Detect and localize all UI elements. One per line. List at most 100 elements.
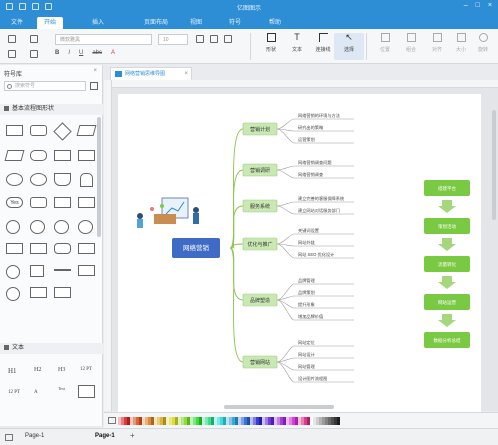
bold-button[interactable]: B: [55, 50, 59, 56]
shape-sequential-data[interactable]: [6, 287, 20, 301]
vertical-scrollbar[interactable]: [492, 110, 496, 220]
branch-connector: [229, 205, 244, 249]
rectangle-icon: [266, 33, 276, 42]
tab-page-layout[interactable]: 页面布局: [135, 17, 177, 29]
title-bar: 亿图图示 – □ ×: [0, 0, 498, 15]
shape-circle[interactable]: [30, 173, 47, 186]
branch-connector: [229, 247, 244, 301]
toolbar-separator: [250, 33, 251, 60]
shape-or[interactable]: [30, 220, 45, 234]
shape-yes-tag[interactable]: Yes: [6, 197, 23, 208]
shape-predefined[interactable]: [54, 150, 71, 161]
align-icon[interactable]: [224, 35, 232, 43]
shape-summing[interactable]: [54, 220, 69, 234]
text-sample-12pt-2[interactable]: 12 PT: [8, 390, 20, 395]
page-list-icon[interactable]: [5, 434, 13, 441]
copy-icon[interactable]: [30, 35, 38, 43]
text-sample-text[interactable]: Text: [58, 387, 65, 391]
text-sample-a[interactable]: A: [34, 390, 38, 395]
shape-collate[interactable]: [30, 243, 47, 254]
pointer-icon: ↖: [345, 32, 353, 42]
paste-icon[interactable]: [8, 50, 16, 58]
branch-node-label: 营销网站: [250, 359, 270, 366]
shape-internal-storage[interactable]: [78, 150, 95, 161]
minimize-icon[interactable]: –: [464, 2, 468, 9]
close-tab-icon[interactable]: ×: [184, 68, 188, 80]
shape-parallelogram[interactable]: [4, 150, 25, 161]
shape-data[interactable]: [76, 125, 97, 136]
shape-loop-limit[interactable]: [78, 243, 95, 254]
font-size-select[interactable]: 10: [158, 34, 188, 45]
horizontal-scrollbar[interactable]: [224, 405, 334, 409]
tab-help[interactable]: 帮助: [262, 17, 288, 29]
increase-font-icon[interactable]: [196, 35, 204, 43]
tab-home[interactable]: 开始: [37, 17, 63, 29]
text-sample-h1[interactable]: H1: [8, 367, 17, 375]
leaf-node: 网络营销调查: [298, 171, 324, 178]
rotate-button[interactable]: 旋转: [468, 33, 498, 60]
cut-icon[interactable]: [8, 35, 16, 43]
tab-insert[interactable]: 插入: [85, 17, 111, 29]
shape-punched-tape[interactable]: [6, 243, 23, 254]
select-tool-button[interactable]: ↖ 选择: [334, 33, 364, 60]
shape-on-page-ref[interactable]: [6, 265, 20, 279]
decrease-font-icon[interactable]: [210, 35, 218, 43]
shape-card[interactable]: [78, 197, 95, 208]
color-swatch[interactable]: [337, 417, 340, 425]
shape-extract[interactable]: [54, 287, 71, 298]
strike-button[interactable]: abc: [92, 50, 102, 56]
add-page-button[interactable]: +: [130, 431, 135, 440]
leaf-connector: [276, 361, 295, 383]
shape-line[interactable]: [54, 269, 71, 271]
fill-icon[interactable]: [108, 417, 116, 424]
status-bar: Page-1 Page-1 +: [0, 428, 498, 445]
underline-button[interactable]: U: [79, 50, 83, 56]
shape-merge[interactable]: [30, 287, 47, 298]
size-icon: [456, 33, 466, 42]
shape-person[interactable]: [80, 173, 93, 187]
shape-process[interactable]: [6, 125, 23, 136]
format-painter-icon[interactable]: [30, 50, 38, 58]
panel-close-icon[interactable]: ×: [93, 68, 97, 74]
document-tab[interactable]: 网络营销思维导图 ×: [110, 67, 192, 80]
symbol-search-input[interactable]: 搜索符号: [4, 81, 86, 91]
close-icon[interactable]: ×: [488, 2, 492, 9]
leaf-node: 网络营销调查问题: [298, 159, 332, 166]
font-color-button[interactable]: A: [111, 50, 115, 56]
tab-symbols[interactable]: 符号: [222, 17, 248, 29]
text-sample-h3[interactable]: H3: [58, 367, 65, 373]
maximize-icon[interactable]: □: [476, 2, 480, 9]
drawing-page[interactable]: 营销计划 网络营销的环境与方法 研究出的策略 运营策划 营销调研 网络营销调查问题 网络营销…: [118, 94, 481, 412]
text-sample-12pt[interactable]: 12 PT: [80, 367, 92, 372]
shape-ellipse[interactable]: [6, 173, 23, 186]
shape-off-page-ref[interactable]: [30, 265, 44, 277]
shape-connector[interactable]: [6, 220, 20, 234]
shape-display[interactable]: [30, 197, 47, 208]
shape-annotation[interactable]: [78, 265, 95, 276]
font-family-select[interactable]: 微软雅黑: [55, 34, 152, 45]
tab-view[interactable]: 视图: [183, 17, 209, 29]
shape-stored-data[interactable]: [54, 243, 71, 254]
shape-rounded-process[interactable]: [30, 125, 47, 136]
flow-step-label: 网站运营: [438, 299, 456, 306]
flow-step-label: 搭建平台: [438, 185, 456, 192]
text-sample-h2[interactable]: H2: [34, 367, 41, 373]
shape-manual-input[interactable]: [54, 197, 71, 208]
page-tab[interactable]: Page-1: [95, 433, 115, 439]
section-basic-flowchart[interactable]: 基本流程图形状: [0, 104, 103, 115]
desk-illustration: [154, 214, 176, 224]
shape-document[interactable]: [54, 173, 71, 186]
tab-file[interactable]: 文件: [4, 17, 30, 29]
italic-button[interactable]: I: [68, 50, 70, 56]
panel-scrollbar[interactable]: [97, 117, 101, 237]
text-sample-box[interactable]: [78, 385, 95, 398]
connector-icon: [318, 33, 328, 42]
canvas-area[interactable]: 营销计划 网络营销的环境与方法 研究出的策略 运营策划 营销调研 网络营销调查问题 网络营销…: [104, 80, 498, 412]
page-selector[interactable]: Page-1: [25, 433, 44, 439]
shape-decision[interactable]: [53, 122, 72, 141]
leaf-node: 提升形象: [298, 301, 315, 308]
shape-terminator[interactable]: [30, 150, 47, 161]
section-text[interactable]: 文本: [0, 343, 103, 354]
library-settings-icon[interactable]: [90, 82, 98, 90]
shape-delay[interactable]: [78, 220, 93, 234]
